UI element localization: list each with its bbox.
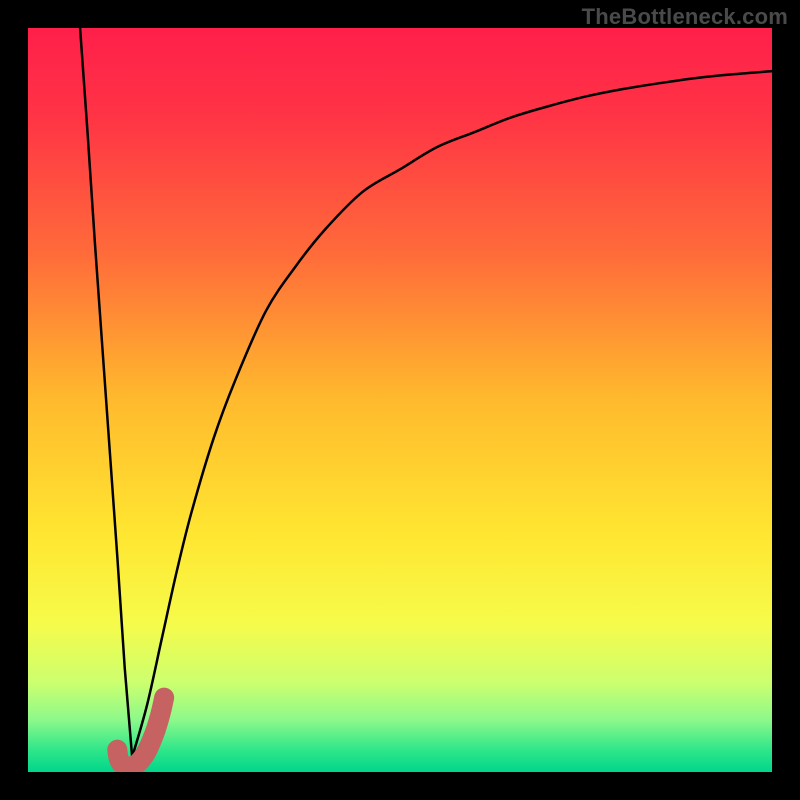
j-marker-dot [108, 740, 127, 759]
chart-svg [28, 28, 772, 772]
plot-area [28, 28, 772, 772]
watermark-text: TheBottleneck.com [582, 4, 788, 30]
chart-frame: TheBottleneck.com [0, 0, 800, 800]
gradient-background [28, 28, 772, 772]
